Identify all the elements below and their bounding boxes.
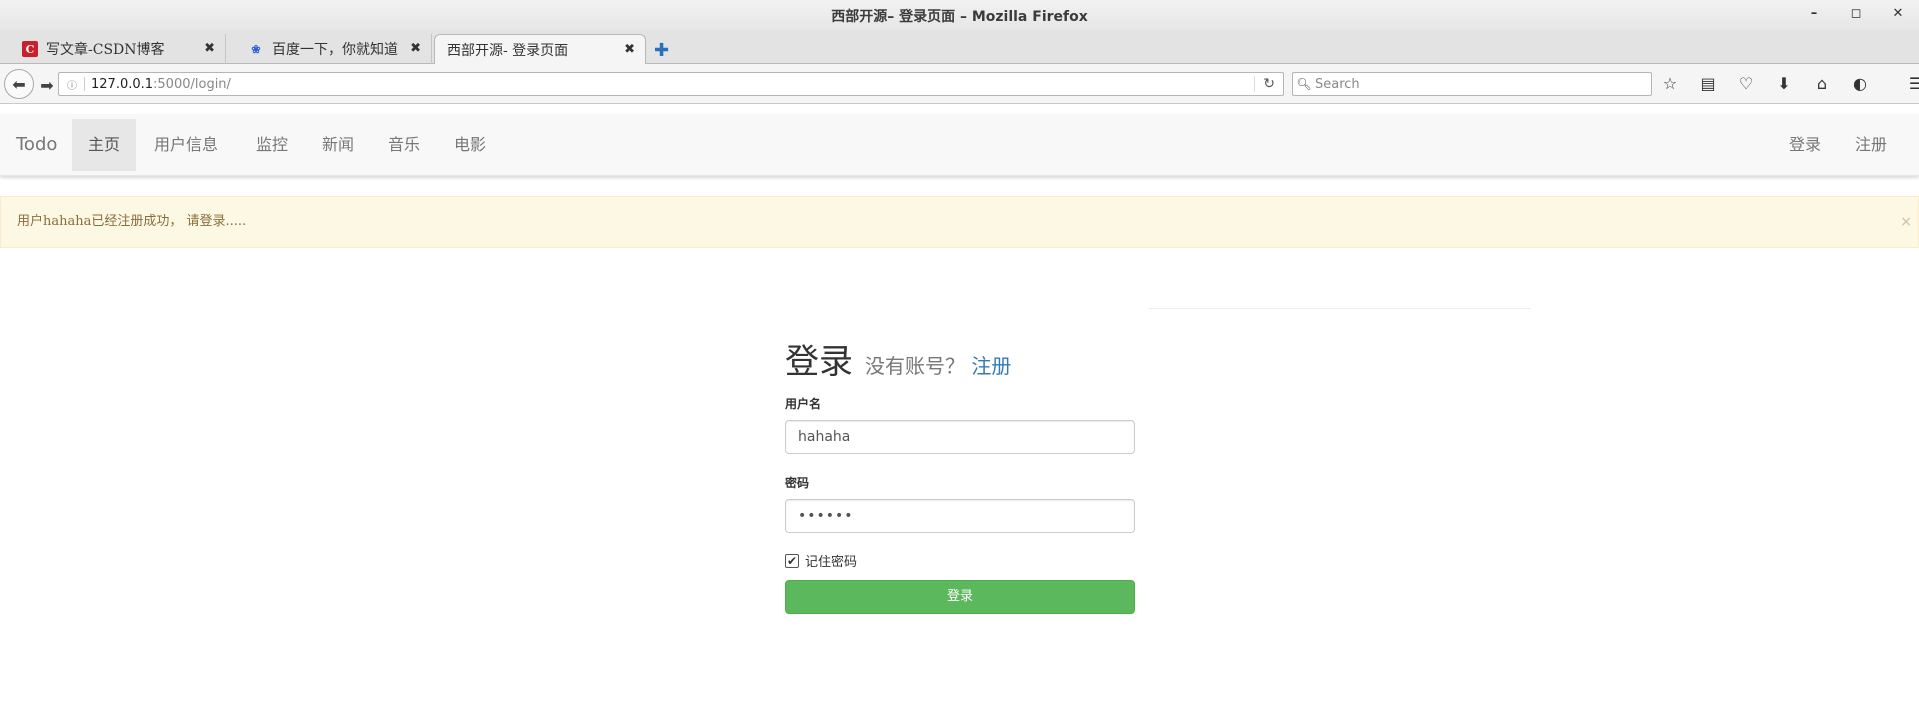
brand-logo[interactable]: Todo (16, 134, 57, 155)
username-label: 用户名 (785, 397, 822, 411)
window-controls: – ◻ ✕ (1807, 6, 1905, 21)
baidu-paw-icon: ❀ (251, 42, 261, 56)
close-icon[interactable]: ✕ (1891, 6, 1905, 21)
tab-label: 西部开源- 登录页面 (447, 43, 569, 59)
register-prompt-text: 没有账号？ (865, 354, 965, 378)
alert-message: 用户hahaha已经注册成功， 请登录..... (17, 214, 247, 229)
remember-me[interactable]: ✔ 记住密码 (785, 551, 1135, 570)
nav-item-home[interactable]: 主页 (72, 119, 137, 171)
nav-item-register[interactable]: 注册 (1839, 119, 1903, 171)
menu-hamburger-icon[interactable]: ☰ (1906, 74, 1919, 93)
nav-item-news[interactable]: 新闻 (306, 119, 370, 171)
password-field[interactable]: •••••• (785, 499, 1135, 533)
tab-login-active[interactable]: 西部开源- 登录页面 ✖ (434, 34, 646, 65)
developer-palette-icon[interactable]: ◐ (1850, 74, 1870, 93)
tab-baidu[interactable]: ❀ 百度一下，你就知道 ✖ (226, 34, 432, 64)
nav-item-music[interactable]: 音乐 (372, 119, 436, 171)
reload-icon[interactable]: ↻ (1254, 76, 1275, 92)
divider (1148, 308, 1531, 309)
register-prompt: 没有账号？ 注册 (865, 350, 1011, 379)
home-icon[interactable]: ⌂ (1812, 74, 1832, 93)
url-path: :5000/login/ (153, 76, 231, 92)
nav-item-monitor[interactable]: 监控 (240, 119, 304, 171)
maximize-icon[interactable]: ◻ (1849, 6, 1863, 21)
window-titlebar: 西部开源– 登录页面 – Mozilla Firefox – ◻ ✕ (0, 0, 1919, 30)
remember-label: 记住密码 (805, 555, 858, 570)
tab-csdn[interactable]: C 写文章-CSDN博客 ✖ (0, 34, 226, 64)
nav-item-login[interactable]: 登录 (1773, 119, 1837, 171)
search-input[interactable]: 🔍︎ Search (1292, 72, 1652, 96)
tab-label: 百度一下，你就知道 (272, 42, 398, 58)
navigation-toolbar: ⬅ ➡ ⓘ 127.0.0.1:5000/login/ ↻ 🔍︎ Search … (0, 64, 1919, 104)
csdn-favicon-icon: C (22, 41, 38, 57)
app-navbar: Todo 主页 用户信息 监控 新闻 音乐 电影 登录 注册 (0, 114, 1919, 176)
tab-label: 写文章-CSDN博客 (46, 42, 165, 58)
tab-close-icon[interactable]: ✖ (204, 41, 215, 56)
back-arrow-icon[interactable]: ⬅ (4, 69, 34, 99)
success-alert: 用户hahaha已经注册成功， 请登录..... × (0, 196, 1919, 248)
register-link[interactable]: 注册 (971, 354, 1011, 378)
form-heading: 登录 没有账号？ 注册 (785, 334, 1135, 383)
new-tab-plus-icon[interactable]: ✚ (654, 40, 669, 61)
search-placeholder: Search (1315, 76, 1360, 92)
toolbar-icons: ☆ ▤ ♡ ⬇ ⌂ ◐ ☰ (1660, 74, 1919, 93)
nav-item-movies[interactable]: 电影 (438, 119, 502, 171)
forward-arrow-icon[interactable]: ➡ (34, 72, 60, 98)
tab-close-icon[interactable]: ✖ (624, 42, 635, 57)
page-title: 登录 (785, 342, 853, 382)
login-form: 登录 没有账号？ 注册 用户名 hahaha 密码 •••••• ✔ 记住密码 … (785, 334, 1135, 614)
login-submit-button[interactable]: 登录 (785, 580, 1135, 614)
username-field[interactable]: hahaha (785, 420, 1135, 454)
url-host: 127.0.0.1 (91, 76, 154, 92)
checkbox-checked-icon[interactable]: ✔ (785, 553, 799, 568)
tab-strip: C 写文章-CSDN博客 ✖ ❀ 百度一下，你就知道 ✖ 西部开源- 登录页面 … (0, 30, 1919, 65)
alert-close-icon[interactable]: × (1900, 197, 1912, 247)
bookmark-star-icon[interactable]: ☆ (1660, 74, 1680, 93)
download-icon[interactable]: ⬇ (1774, 74, 1794, 93)
url-bar[interactable]: ⓘ 127.0.0.1:5000/login/ ↻ (58, 72, 1284, 96)
nav-item-user-info[interactable]: 用户信息 (138, 119, 234, 171)
password-label: 密码 (785, 476, 810, 490)
search-icon: 🔍︎ (1296, 77, 1312, 91)
minimize-icon[interactable]: – (1807, 6, 1821, 21)
pocket-icon[interactable]: ♡ (1736, 74, 1756, 93)
site-info-icon[interactable]: ⓘ (67, 77, 85, 92)
tab-close-icon[interactable]: ✖ (410, 41, 421, 56)
reading-list-icon[interactable]: ▤ (1698, 74, 1718, 93)
window-title: 西部开源– 登录页面 – Mozilla Firefox (831, 9, 1088, 25)
